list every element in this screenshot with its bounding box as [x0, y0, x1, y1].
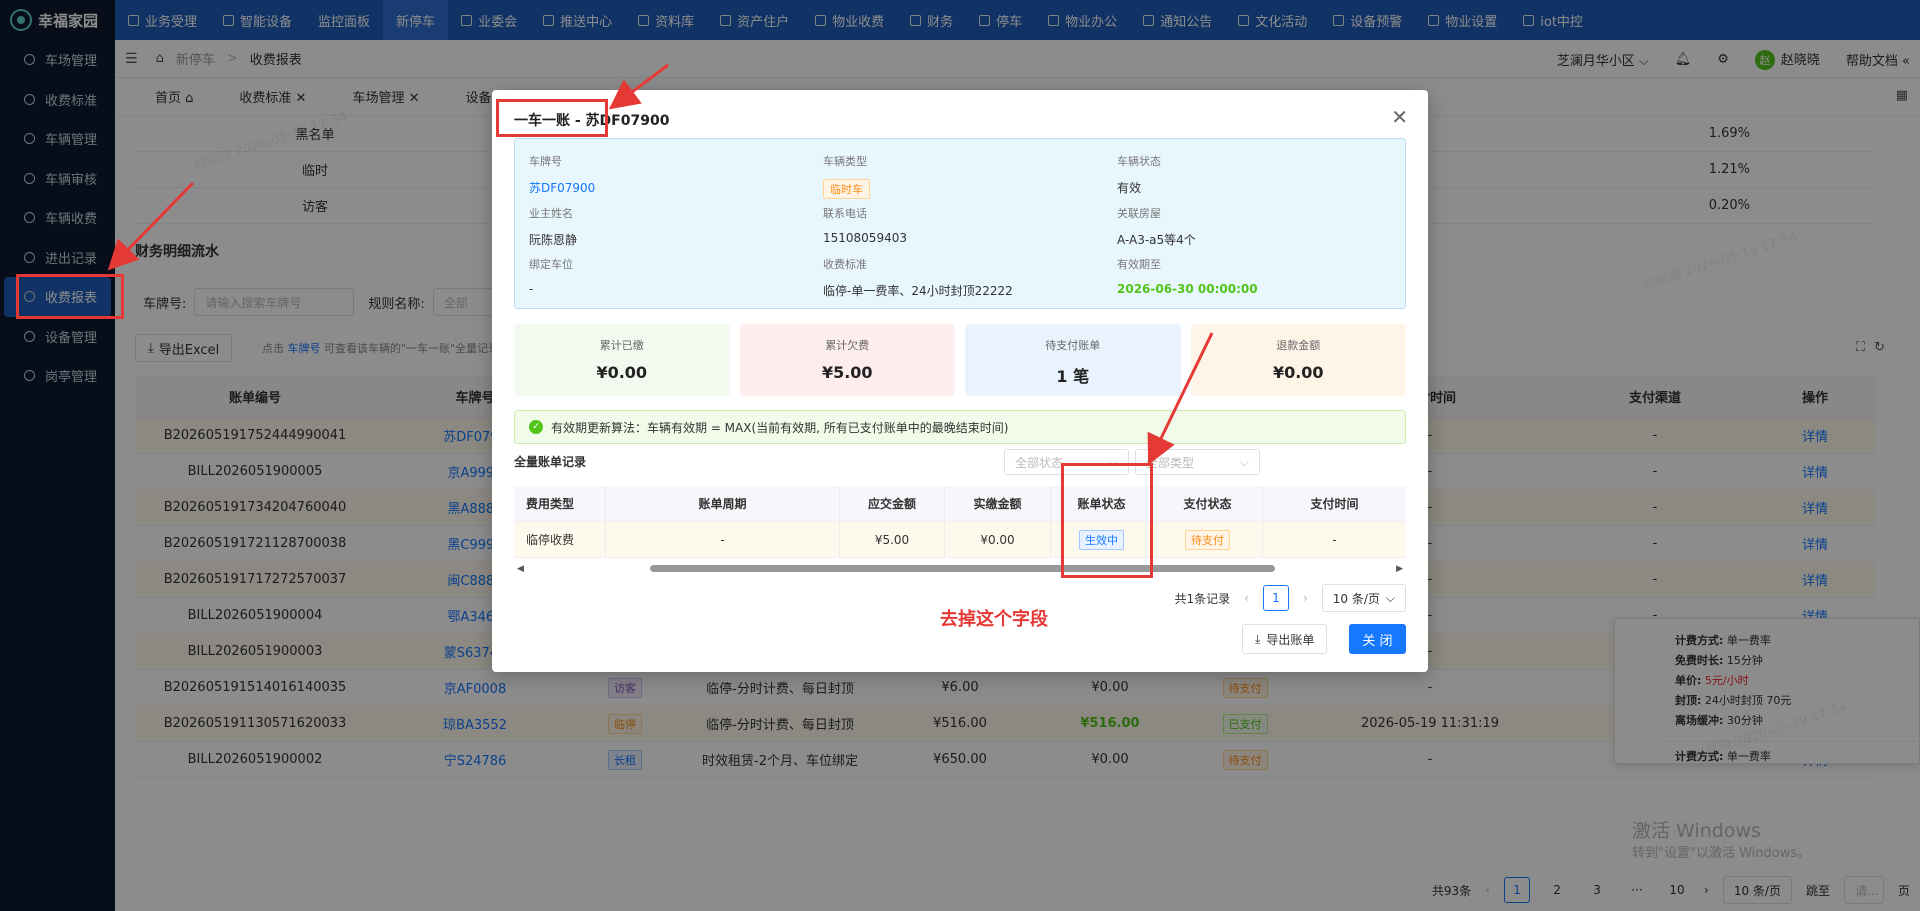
chevron-down-icon: ⌵ [1239, 454, 1249, 469]
card-label: 待支付账单 [1045, 339, 1101, 352]
col-due: 应交金额 [840, 486, 945, 521]
cell-fee-type: 临停收费 [514, 522, 606, 557]
info-value: - [529, 282, 534, 296]
info-key: 车牌号 [529, 155, 562, 168]
card-paid-total: 累计已缴 ¥0.00 [514, 324, 730, 396]
cell-pay-time: - [1332, 532, 1337, 547]
card-label: 退款金额 [1276, 339, 1321, 352]
card-arrears: 累计欠费 ¥5.00 [739, 324, 955, 396]
col-pay-status: 支付状态 [1153, 486, 1263, 521]
prev-page-icon[interactable]: ‹ [1244, 591, 1249, 605]
page-1[interactable]: 1 [1262, 585, 1289, 611]
scroll-right-icon[interactable]: ▶ [1396, 564, 1403, 574]
info-space: 绑定车位 - [529, 256, 573, 296]
info-value: 15108059403 [823, 231, 907, 245]
info-key: 车辆状态 [1117, 155, 1161, 168]
close-icon[interactable]: ✕ [1391, 105, 1408, 129]
close-button[interactable]: 关 闭 [1349, 624, 1406, 654]
records-header: 费用类型 账单周期 应交金额 实缴金额 账单状态 支付状态 支付时间 [514, 486, 1406, 522]
scroll-thumb[interactable] [650, 565, 1275, 572]
card-label: 累计已缴 [599, 339, 644, 352]
chevron-down-icon: ⌵ [1385, 590, 1395, 605]
cell-paid: ¥0.00 [945, 522, 1051, 557]
algorithm-notice: ✓ 有效期更新算法：车辆有效期 = MAX(当前有效期, 所有已支付账单中的最晚… [514, 410, 1406, 444]
next-page-icon[interactable]: › [1303, 591, 1308, 605]
card-pending: 待支付账单 1 笔 [965, 324, 1181, 396]
info-plate: 车牌号苏DF07900 [529, 153, 595, 196]
records-pager: 共1条记录 ‹ 1 › 10 条/页 ⌵ [1174, 584, 1406, 612]
cell-pay-status: 待支付 [1153, 522, 1263, 557]
col-pay-time: 支付时间 [1310, 497, 1359, 511]
info-value: A-A3-a5等4个 [1117, 233, 1196, 247]
info-expiry: 有效期至 2026-06-30 00:00:00 [1117, 256, 1258, 296]
records-title: 全量账单记录 [514, 455, 587, 469]
vehicle-type-badge: 临时车 [823, 179, 870, 199]
info-value: 临停-单一费率、24小时封顶22222 [823, 284, 1013, 298]
info-key: 绑定车位 [529, 258, 573, 271]
col-fee-type: 费用类型 [514, 486, 606, 521]
card-refund: 退款金额 ¥0.00 [1190, 324, 1406, 396]
annotation-text: 去掉这个字段 [940, 609, 1048, 630]
annotation-box-title [496, 99, 608, 137]
algorithm-text: 有效期更新算法：车辆有效期 = MAX(当前有效期, 所有已支付账单中的最晚结束… [551, 420, 1009, 435]
cell-due: ¥5.00 [840, 522, 945, 557]
info-house: 关联房屋 A-A3-a5等4个 [1117, 205, 1196, 248]
select-value: 全部状态 [1015, 455, 1064, 470]
scroll-left-icon[interactable]: ◀ [517, 564, 524, 574]
info-owner: 业主姓名 阮陈恩静 [529, 205, 577, 248]
info-key: 有效期至 [1117, 258, 1161, 271]
download-icon: ⤓ [1255, 631, 1261, 646]
col-period: 账单周期 [606, 486, 840, 521]
annotation-box-column [1061, 463, 1153, 578]
info-key: 收费标准 [823, 258, 867, 271]
info-state: 车辆状态 有效 [1117, 153, 1161, 196]
card-value: ¥0.00 [1272, 363, 1324, 382]
info-key: 业主姓名 [529, 207, 573, 220]
table-row: 临停收费 - ¥5.00 ¥0.00 生效中 待支付 - [514, 522, 1406, 558]
info-key: 车辆类型 [823, 155, 867, 168]
type-filter-select[interactable]: 全部类型 ⌵ [1135, 449, 1260, 475]
pager-total: 共1条记录 [1174, 591, 1231, 606]
info-type: 车辆类型 临时车 [823, 153, 870, 199]
card-label: 累计欠费 [825, 339, 870, 352]
info-phone: 联系电话 15108059403 [823, 205, 907, 245]
card-value: ¥5.00 [821, 363, 873, 382]
card-value: ¥0.00 [596, 363, 648, 382]
check-circle-icon: ✓ [529, 420, 543, 434]
page-size-select[interactable]: 10 条/页 ⌵ [1321, 584, 1406, 612]
page-size-label: 10 条/页 [1332, 591, 1380, 606]
select-value: 全部类型 [1146, 455, 1195, 470]
info-value[interactable]: 苏DF07900 [529, 179, 595, 196]
info-key: 联系电话 [823, 207, 867, 220]
horizontal-scrollbar[interactable]: ◀ ▶ [514, 562, 1406, 574]
info-std: 收费标准临停-单一费率、24小时封顶22222 [823, 256, 1013, 299]
info-value: 阮陈恩静 [529, 233, 578, 247]
button-label: 导出账单 [1266, 632, 1315, 647]
vehicle-ledger-modal: 一车一账 - 苏DF07900 ✕ 车牌号 苏DF07900 车辆类型 临时车 车辆… [492, 90, 1428, 672]
annotation-box-sidebar [16, 274, 124, 319]
cell-period: - [606, 522, 840, 557]
info-value: 2026-06-30 00:00:00 [1117, 282, 1258, 296]
records-table: 费用类型 账单周期 应交金额 实缴金额 账单状态 支付状态 支付时间 临停收费 … [514, 486, 1406, 566]
vehicle-info: 车牌号苏DF07900 车辆类型临时车 车辆状态有效 业主姓名阮陈恩静 联系电话… [514, 138, 1406, 309]
card-value: 1 笔 [1056, 367, 1090, 386]
info-value: 有效 [1117, 181, 1142, 195]
info-key: 关联房屋 [1117, 207, 1161, 220]
export-bill-button[interactable]: ⤓ 导出账单 [1242, 624, 1328, 654]
summary-cards: 累计已缴 ¥0.00 累计欠费 ¥5.00 待支付账单 1 笔 退款金额 ¥0.00 [514, 324, 1406, 396]
pay-status-badge: 待支付 [1185, 529, 1230, 550]
col-paid: 实缴金额 [945, 486, 1051, 521]
